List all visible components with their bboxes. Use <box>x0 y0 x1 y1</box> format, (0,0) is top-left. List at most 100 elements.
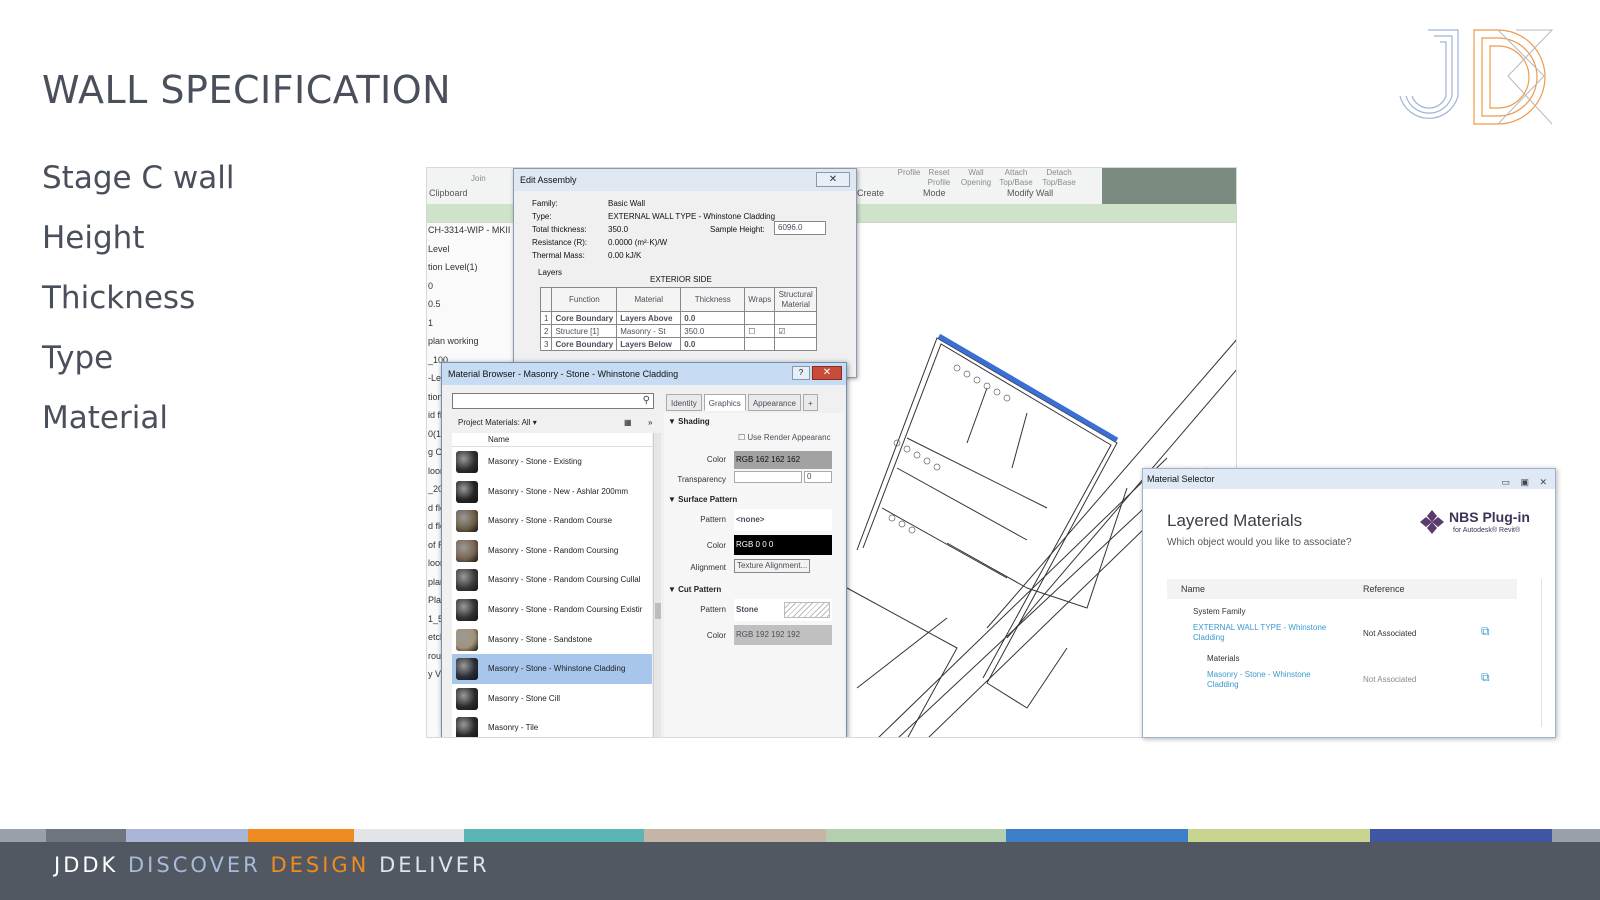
texture-alignment-button[interactable]: Texture Alignment... <box>734 559 810 573</box>
material-list-item[interactable]: Masonry - Stone - Random Coursing Cullal <box>452 565 652 595</box>
tab-appearance[interactable]: Appearance <box>747 394 801 411</box>
cut-color-swatch[interactable]: RGB 192 192 192 <box>734 625 832 645</box>
transparency-slider[interactable] <box>734 471 802 483</box>
thermal-mass-value: 0.00 kJ/K <box>608 251 642 260</box>
type-label: Type: <box>532 212 552 221</box>
edit-assembly-title: Edit Assembly <box>520 175 577 185</box>
render-appearance-checkbox[interactable]: ☐ Use Render Appearanc <box>738 433 831 442</box>
footer-tagline: JDDK DISCOVER DESIGN DELIVER <box>54 853 490 877</box>
surface-color-swatch[interactable]: RGB 0 0 0 <box>734 535 832 555</box>
resistance-label: Resistance (R): <box>532 238 588 247</box>
material-list-item[interactable]: Masonry - Stone - Sandstone <box>452 625 652 655</box>
row-thickness[interactable]: 0.0 <box>680 337 746 351</box>
cut-pattern-section[interactable]: ▼ Cut Pattern <box>668 585 721 594</box>
material-list-item[interactable]: Masonry - Tile <box>452 713 652 737</box>
structural-checkbox[interactable]: ☑ <box>774 324 818 338</box>
material-list-item[interactable]: Masonry - Stone Cill <box>452 684 652 714</box>
row-structural[interactable] <box>774 337 818 351</box>
layers-table[interactable]: Function Material Thickness Wraps Struct… <box>539 287 818 351</box>
material-browser-close-button[interactable]: ✕ <box>812 366 842 380</box>
surface-pattern-label: Surface Pattern <box>678 495 738 504</box>
shading-color-swatch[interactable]: RGB 162 162 162 <box>734 451 832 469</box>
row-function[interactable]: Core Boundary <box>551 311 618 325</box>
material-list-item[interactable]: Masonry - Stone - Random Coursing Existi… <box>452 595 652 625</box>
material-browser-dialog[interactable]: Material Browser - Masonry - Stone - Whi… <box>441 362 847 737</box>
material-thumbnail <box>456 451 478 473</box>
row-structural[interactable] <box>774 311 818 325</box>
scrollbar-thumb[interactable] <box>655 603 661 619</box>
help-button[interactable]: ? <box>792 366 810 380</box>
search-icon[interactable]: ⚲ <box>643 395 650 406</box>
row-thickness[interactable]: 0.0 <box>680 311 746 325</box>
row-function[interactable]: Core Boundary <box>551 337 618 351</box>
material-list-item[interactable]: Masonry - Stone - Random Coursing <box>452 536 652 566</box>
material-tabs[interactable]: Identity Graphics Appearance + <box>666 393 820 411</box>
system-family-label: System Family <box>1193 607 1246 616</box>
tab-identity[interactable]: Identity <box>666 394 702 411</box>
system-family-link[interactable]: EXTERNAL WALL TYPE - Whinstone Cladding <box>1193 623 1333 643</box>
row-material[interactable]: Layers Above <box>616 311 682 325</box>
surface-pattern-section[interactable]: ▼ Surface Pattern <box>668 495 737 504</box>
row-wraps[interactable] <box>744 311 776 325</box>
cut-pattern-field-label: Pattern <box>700 605 726 614</box>
material-link[interactable]: Masonry - Stone - Whinstone Cladding <box>1207 670 1327 690</box>
bullet-thickness: Thickness <box>42 280 196 316</box>
revit-screenshot: Join Profile Reset Profile Wall Opening … <box>426 167 1237 738</box>
row-material[interactable]: Layers Below <box>616 337 682 351</box>
surface-pattern-value[interactable]: <none> <box>734 509 832 531</box>
material-list-item[interactable]: Masonry - Stone - Random Course <box>452 506 652 536</box>
material-list-item[interactable]: Masonry - Stone - Existing <box>452 447 652 477</box>
material-name: Masonry - Stone - New - Ashlar 200mm <box>488 486 629 496</box>
material-list[interactable]: Masonry - Stone - Existing Masonry - Ston… <box>452 447 652 737</box>
material-list-item[interactable]: Masonry - Stone - Whinstone Cladding <box>452 654 652 684</box>
material-browser-title: Material Browser - Masonry - Stone - Whi… <box>448 369 679 379</box>
material-list-scrollbar[interactable] <box>653 433 661 737</box>
material-selector-titlebar[interactable]: Material Selector ▭ ▣ ✕ <box>1143 469 1555 489</box>
row-material[interactable]: Masonry - St <box>616 324 682 338</box>
cut-pattern-value[interactable]: Stone <box>734 599 832 621</box>
selected-wall[interactable] <box>937 333 1119 443</box>
material-thumbnail <box>456 480 478 503</box>
material-name: Masonry - Tile <box>488 723 539 733</box>
material-browser-titlebar[interactable]: Material Browser - Masonry - Stone - Whi… <box>442 363 846 385</box>
thickness-label: Total thickness: <box>532 225 587 234</box>
shading-color-label: Color <box>706 455 726 464</box>
table-row[interactable]: 1 Core Boundary Layers Above 0.0 <box>539 311 818 325</box>
nbs-brand-sub: for Autodesk® Revit® <box>1453 527 1521 534</box>
row-function[interactable]: Structure [1] <box>551 324 618 338</box>
collapse-panel-icon[interactable]: » <box>648 415 652 431</box>
system-family-reference: Not Associated <box>1363 629 1417 638</box>
material-thumbnail <box>456 510 478 533</box>
edit-assembly-titlebar[interactable]: Edit Assembly ✕ <box>514 169 856 191</box>
material-name: Masonry - Stone Cill <box>488 693 561 703</box>
material-list-item[interactable]: Masonry - Stone - New - Ashlar 200mm <box>452 477 652 507</box>
row-wraps[interactable] <box>744 337 776 351</box>
list-header[interactable]: Name <box>452 433 652 447</box>
table-row[interactable]: 2 Structure [1] Masonry - St 350.0 ☐ ☑ <box>539 324 818 338</box>
association-grid-scrollbar[interactable] <box>1541 579 1547 727</box>
associate-icon[interactable]: ⧉ <box>1481 670 1490 685</box>
add-asset-button[interactable]: + <box>802 394 818 411</box>
window-controls[interactable]: ▭ ▣ ✕ <box>1501 472 1551 492</box>
chevron-down-icon: ▾ <box>532 418 537 427</box>
graphics-properties-panel: ▼ Shading ☐ Use Render Appearanc Color R… <box>664 413 844 737</box>
row-index: 3 <box>539 337 553 351</box>
wraps-checkbox[interactable]: ☐ <box>744 324 776 338</box>
view-options-icon[interactable]: ▦ <box>624 415 632 431</box>
material-selector-dialog[interactable]: Material Selector ▭ ▣ ✕ Layered Material… <box>1142 468 1556 738</box>
project-materials-filter[interactable]: Project Materials: All ▾ ▦ » <box>452 415 656 431</box>
table-row[interactable]: 3 Core Boundary Layers Below 0.0 <box>539 337 818 351</box>
material-thumbnail <box>456 539 478 562</box>
edit-assembly-close-button[interactable]: ✕ <box>816 172 850 187</box>
material-search-input[interactable]: ⚲ <box>452 393 654 409</box>
row-thickness[interactable]: 350.0 <box>680 324 746 338</box>
material-thumbnail <box>456 598 478 621</box>
material-thumbnail <box>456 628 478 651</box>
transparency-input[interactable]: 0 <box>804 471 832 483</box>
shading-section[interactable]: ▼ Shading <box>668 417 710 426</box>
edit-assembly-dialog[interactable]: Edit Assembly ✕ Family: Basic Wall Type:… <box>513 168 857 378</box>
associate-icon[interactable]: ⧉ <box>1481 624 1490 639</box>
tab-graphics[interactable]: Graphics <box>703 394 746 411</box>
sample-height-input[interactable]: 6096.0 <box>774 221 826 235</box>
render-appearance-label: Use Render Appearanc <box>747 433 831 442</box>
